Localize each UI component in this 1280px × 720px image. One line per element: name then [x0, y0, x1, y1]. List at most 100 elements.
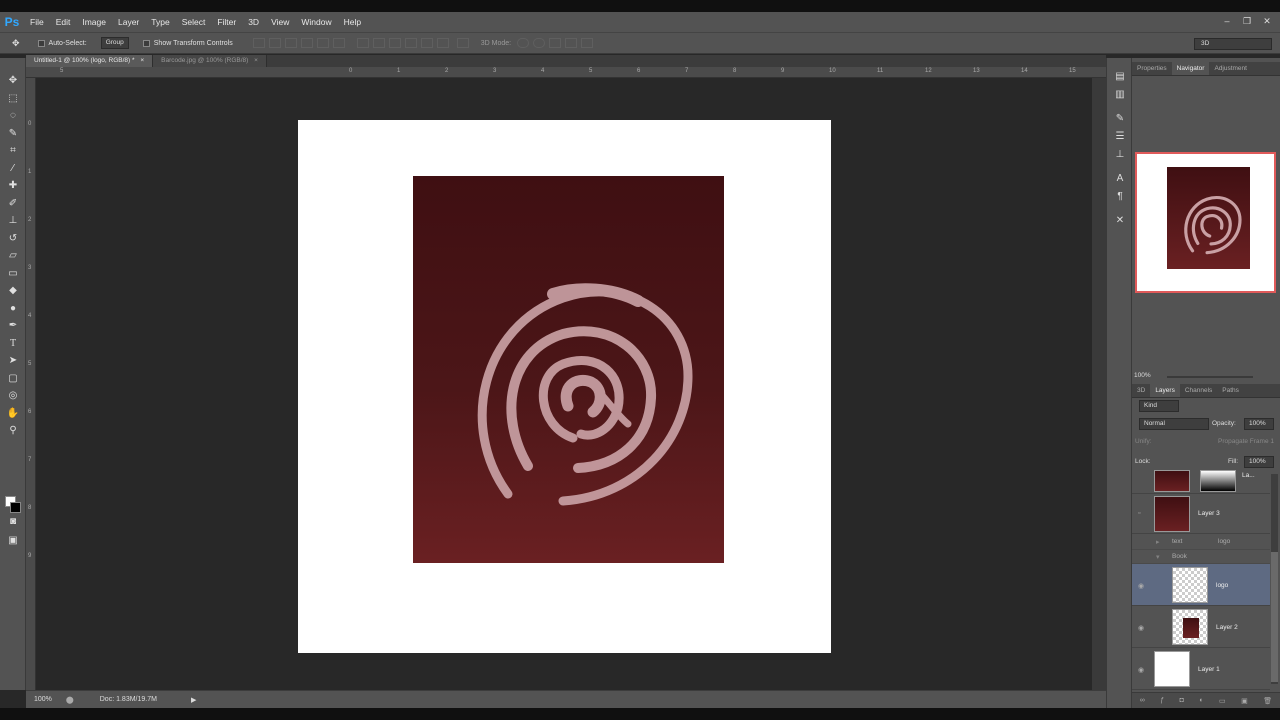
3d-scale-icon[interactable] — [581, 38, 594, 48]
canvas-vertical-scrollbar[interactable] — [1092, 78, 1106, 690]
crop-tool-icon[interactable]: ⌗ — [0, 142, 26, 160]
layer-row[interactable]: ◉ Layer 2 — [1132, 606, 1270, 648]
new-group-icon[interactable]: ▭ — [1219, 697, 1226, 705]
paragraph-panel-icon[interactable]: ¶ — [1107, 188, 1133, 206]
menu-help[interactable]: Help — [338, 17, 367, 27]
group-row[interactable]: ▾ Book — [1132, 550, 1270, 564]
marquee-tool-icon[interactable]: ⬚ — [0, 90, 26, 108]
menu-edit[interactable]: Edit — [50, 17, 77, 27]
character-panel-icon[interactable]: A — [1107, 170, 1133, 188]
3d-slide-icon[interactable] — [565, 38, 578, 48]
3d-rotate-icon[interactable] — [517, 38, 530, 48]
stamp-panel-icon[interactable]: ⊥ — [1107, 146, 1133, 164]
minimize-button[interactable]: – — [1220, 15, 1234, 28]
blur-tool-icon[interactable]: ◆ — [0, 282, 26, 300]
move-tool-icon[interactable]: ✥ — [12, 38, 20, 49]
quick-mask-icon[interactable]: ◙ — [0, 513, 26, 531]
auto-select-dropdown[interactable]: Group — [100, 37, 129, 49]
distribute-right-icon[interactable] — [436, 38, 449, 48]
align-right-icon[interactable] — [332, 38, 345, 48]
layers-scrollbar[interactable] — [1271, 474, 1278, 684]
menu-view[interactable]: View — [265, 17, 295, 27]
layer-row-selected[interactable]: ◉ logo — [1132, 564, 1270, 606]
folder-expand-icon[interactable]: ▸ — [1156, 538, 1164, 546]
brush-tool-icon[interactable]: ✐ — [0, 195, 26, 213]
move-tool-icon[interactable]: ✥ — [0, 72, 26, 90]
stamp-tool-icon[interactable]: ⊥ — [0, 212, 26, 230]
eye-icon[interactable]: ◉ — [1138, 666, 1146, 674]
tools-preset-icon[interactable]: ✕ — [1107, 212, 1133, 230]
delete-layer-icon[interactable]: 🗑 — [1263, 697, 1272, 705]
menu-filter[interactable]: Filter — [211, 17, 242, 27]
add-mask-icon[interactable]: ◘ — [1180, 697, 1184, 704]
path-select-tool-icon[interactable]: ➤ — [0, 352, 26, 370]
align-top-icon[interactable] — [252, 38, 265, 48]
group-row[interactable]: ▸ text logo — [1132, 534, 1270, 550]
eyedropper-tool-icon[interactable]: ⁄ — [0, 160, 26, 178]
type-tool-icon[interactable]: T — [0, 335, 26, 353]
background-color-swatch[interactable] — [10, 502, 21, 513]
adjust-panel-icon[interactable]: ☰ — [1107, 128, 1133, 146]
menu-layer[interactable]: Layer — [112, 17, 145, 27]
3d-tool-icon[interactable]: ◎ — [0, 387, 26, 405]
status-share-icon[interactable]: ⬤ — [66, 696, 74, 704]
eye-icon[interactable]: ◉ — [1138, 582, 1146, 590]
layer-row[interactable]: ▫ Layer 3 — [1132, 494, 1270, 534]
menu-3d[interactable]: 3D — [242, 17, 265, 27]
align-center-icon[interactable] — [316, 38, 329, 48]
link-layers-icon[interactable]: ∞ — [1140, 697, 1145, 704]
tab-navigator[interactable]: Navigator — [1171, 62, 1210, 75]
hand-tool-icon[interactable]: ✋ — [0, 405, 26, 423]
properties-panel-icon[interactable]: ▥ — [1107, 86, 1133, 104]
lasso-tool-icon[interactable]: ◌ — [0, 107, 26, 125]
align-bottom-icon[interactable] — [284, 38, 297, 48]
tab-barcode[interactable]: Barcode.jpg @ 100% (RGB/8) × — [153, 55, 267, 67]
menu-window[interactable]: Window — [295, 17, 337, 27]
eraser-tool-icon[interactable]: ▱ — [0, 247, 26, 265]
brush-panel-icon[interactable]: ✎ — [1107, 110, 1133, 128]
align-middle-icon[interactable] — [268, 38, 281, 48]
tab-channels[interactable]: Channels — [1180, 384, 1217, 397]
tab-close-icon[interactable]: × — [254, 57, 258, 64]
opacity-input[interactable]: 100% — [1244, 418, 1274, 430]
menu-image[interactable]: Image — [76, 17, 112, 27]
fill-input[interactable]: 100% — [1244, 456, 1274, 468]
zoom-tool-icon[interactable]: ⚲ — [0, 422, 26, 440]
adjustment-layer-icon[interactable]: ◐ — [1199, 697, 1203, 704]
navigator-preview[interactable] — [1135, 152, 1276, 293]
restore-button[interactable]: ❐ — [1240, 15, 1254, 28]
shape-tool-icon[interactable]: ▢ — [0, 370, 26, 388]
layers-scrollbar-thumb[interactable] — [1271, 552, 1278, 682]
history-brush-icon[interactable]: ↺ — [0, 230, 26, 248]
new-layer-icon[interactable]: ▣ — [1241, 697, 1248, 705]
screen-mode-icon[interactable]: ▣ — [0, 532, 26, 550]
distribute-bottom-icon[interactable] — [388, 38, 401, 48]
folder-collapse-icon[interactable]: ▾ — [1156, 553, 1164, 561]
menu-select[interactable]: Select — [176, 17, 212, 27]
layer-style-icon[interactable]: ƒ — [1160, 697, 1164, 704]
tab-paths[interactable]: Paths — [1217, 384, 1244, 397]
kind-filter-dropdown[interactable]: Kind — [1139, 400, 1179, 412]
distribute-center-icon[interactable] — [420, 38, 433, 48]
dodge-tool-icon[interactable]: ● — [0, 300, 26, 318]
distribute-top-icon[interactable] — [356, 38, 369, 48]
quick-select-tool-icon[interactable]: ✎ — [0, 125, 26, 143]
history-panel-icon[interactable]: ▤ — [1107, 68, 1133, 86]
transform-controls-checkbox[interactable] — [142, 39, 150, 47]
tab-layers[interactable]: Layers — [1150, 384, 1180, 397]
book-cover-artwork[interactable] — [413, 176, 724, 563]
close-button[interactable]: ✕ — [1260, 15, 1274, 28]
menu-file[interactable]: File — [24, 17, 50, 27]
menu-type[interactable]: Type — [145, 17, 175, 27]
zoom-level[interactable]: 100% — [34, 696, 52, 703]
tab-untitled-1[interactable]: Untitled-1 @ 100% (logo, RGB/8) * × — [26, 55, 154, 67]
tab-3d[interactable]: 3D — [1132, 384, 1150, 397]
status-menu-arrow-icon[interactable]: ▶ — [191, 696, 196, 704]
navigator-zoom-slider[interactable] — [1167, 376, 1253, 378]
layer-row[interactable]: ◉ Layer 1 — [1132, 648, 1270, 690]
layer-row[interactable]: La... — [1132, 470, 1270, 494]
blend-mode-dropdown[interactable]: Normal — [1139, 418, 1209, 430]
3d-roll-icon[interactable] — [533, 38, 546, 48]
tab-properties[interactable]: Properties — [1132, 62, 1172, 75]
pen-tool-icon[interactable]: ✒ — [0, 317, 26, 335]
